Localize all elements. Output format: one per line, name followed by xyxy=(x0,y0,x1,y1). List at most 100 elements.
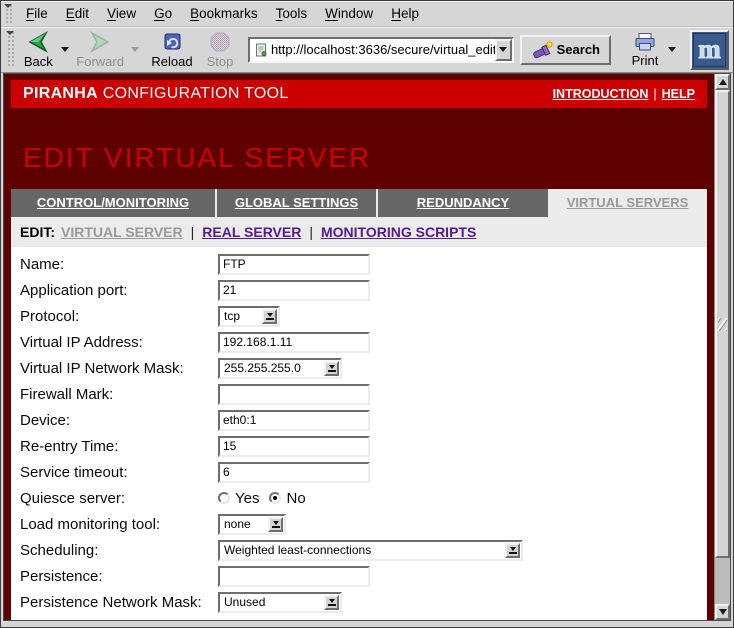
vertical-scrollbar[interactable] xyxy=(714,74,730,620)
tab-global-settings[interactable]: GLOBAL SETTINGS xyxy=(217,189,378,217)
flashlight-icon xyxy=(531,40,553,59)
subnav-separator: | xyxy=(309,224,313,240)
field-label: Scheduling: xyxy=(20,542,218,559)
device-input[interactable] xyxy=(218,410,370,431)
field-control: Unused xyxy=(218,592,342,613)
print-button[interactable]: Print xyxy=(625,31,665,69)
virtual-ip-address-input[interactable] xyxy=(218,332,370,353)
navigation-toolbar: Back Forward Reload xyxy=(1,27,733,73)
re-entry-time-input[interactable] xyxy=(218,436,370,457)
field-control: 255.255.255.0 xyxy=(218,358,342,379)
menu-tools[interactable]: Tools xyxy=(267,3,317,24)
tab-virtual-servers[interactable]: VIRTUAL SERVERS xyxy=(548,189,707,217)
page-icon xyxy=(254,43,268,57)
quiesce-server-radio-no[interactable]: No xyxy=(269,490,305,507)
radio-label: Yes xyxy=(235,490,259,507)
subnav-link-real-server[interactable]: REAL SERVER xyxy=(202,224,301,240)
tab-redundancy[interactable]: REDUNDANCY xyxy=(378,189,548,217)
menu-help[interactable]: Help xyxy=(382,3,428,24)
form-row-persistence: Persistence: xyxy=(20,563,707,589)
scroll-down-button[interactable] xyxy=(715,604,730,620)
menu-bar-grippy[interactable] xyxy=(4,4,13,23)
print-dropdown[interactable] xyxy=(665,33,678,67)
selected-value: Weighted least-connections xyxy=(220,543,371,557)
back-history-dropdown[interactable] xyxy=(58,33,71,67)
back-button[interactable]: Back xyxy=(18,30,58,70)
name-input[interactable] xyxy=(218,254,370,275)
scroll-up-button[interactable] xyxy=(715,74,730,90)
brand-bar: PIRANHA CONFIGURATION TOOL INTRODUCTION … xyxy=(11,80,707,108)
field-control xyxy=(218,384,370,405)
load-monitoring-tool-select[interactable]: none xyxy=(218,514,286,535)
radio-button-icon xyxy=(269,492,281,504)
menu-edit[interactable]: Edit xyxy=(57,3,98,24)
dropdown-arrow-icon[interactable] xyxy=(324,361,339,376)
arrow-down-icon xyxy=(719,609,727,615)
selected-value: tcp xyxy=(220,309,240,323)
service-timeout-input[interactable] xyxy=(218,462,370,483)
help-link[interactable]: HELP xyxy=(662,87,695,101)
firewall-mark-input[interactable] xyxy=(218,384,370,405)
virtual-ip-network-mask-select[interactable]: 255.255.255.0 xyxy=(218,358,342,379)
menu-go[interactable]: Go xyxy=(145,3,181,24)
brand-title: PIRANHA CONFIGURATION TOOL xyxy=(23,85,289,103)
search-button[interactable]: Search xyxy=(520,35,611,65)
mozilla-logo-button[interactable]: m xyxy=(690,30,729,70)
field-control xyxy=(218,462,370,483)
selected-value: Unused xyxy=(220,595,265,609)
field-control xyxy=(218,254,370,275)
chevron-down-icon xyxy=(61,47,69,52)
application-port-input[interactable] xyxy=(218,280,370,301)
field-control xyxy=(218,566,370,587)
form-row-scheduling: Scheduling:Weighted least-connections xyxy=(20,537,707,563)
printer-icon xyxy=(633,32,657,52)
field-control xyxy=(218,436,370,457)
reload-button[interactable]: Reload xyxy=(148,30,196,70)
dropdown-arrow-icon[interactable] xyxy=(324,595,339,610)
quiesce-server-radio-yes[interactable]: Yes xyxy=(218,490,259,507)
field-label: Load monitoring tool: xyxy=(20,516,218,533)
toolbar-grippy[interactable] xyxy=(6,31,14,68)
dropdown-arrow-icon[interactable] xyxy=(268,517,283,532)
radio-label: No xyxy=(286,490,305,507)
browser-window: FileEditViewGoBookmarksToolsWindowHelp B… xyxy=(0,0,734,628)
scrollbar-thumb[interactable] xyxy=(715,90,730,558)
page-viewport: PIRANHA CONFIGURATION TOOL INTRODUCTION … xyxy=(4,74,714,620)
subnav-link-virtual-server: VIRTUAL SERVER xyxy=(61,224,183,240)
reload-icon xyxy=(160,31,184,53)
menu-bookmarks[interactable]: Bookmarks xyxy=(181,3,267,24)
form-row-application-port: Application port: xyxy=(20,277,707,303)
subnav-links: VIRTUAL SERVER|REAL SERVER|MONITORING SC… xyxy=(61,224,476,240)
stop-button[interactable]: Stop xyxy=(200,30,240,70)
url-input[interactable] xyxy=(271,42,495,57)
menu-file[interactable]: File xyxy=(17,3,57,24)
scrollbar-track[interactable] xyxy=(715,558,730,604)
selected-value: 255.255.255.0 xyxy=(220,361,301,375)
field-label: Device: xyxy=(20,412,218,429)
url-bar xyxy=(248,37,514,63)
subnav-link-monitoring-scripts[interactable]: MONITORING SCRIPTS xyxy=(321,224,476,240)
chevron-down-icon xyxy=(131,47,139,52)
header-links: INTRODUCTION | HELP xyxy=(553,87,695,101)
forward-button[interactable]: Forward xyxy=(71,30,129,70)
persistence-input[interactable] xyxy=(218,566,370,587)
form-row-name: Name: xyxy=(20,251,707,277)
url-history-dropdown[interactable] xyxy=(495,39,512,61)
tab-control-monitoring[interactable]: CONTROL/MONITORING xyxy=(11,189,217,217)
edit-virtual-server-form: Name:Application port:Protocol:tcpVirtua… xyxy=(11,247,707,620)
mozilla-logo: m xyxy=(698,36,721,63)
introduction-link[interactable]: INTRODUCTION xyxy=(553,87,649,101)
forward-group: Forward xyxy=(71,30,142,70)
form-row-quiesce-server: Quiesce server:YesNo xyxy=(20,485,707,511)
forward-history-dropdown[interactable] xyxy=(129,33,142,67)
scheduling-select[interactable]: Weighted least-connections xyxy=(218,540,523,561)
menu-view[interactable]: View xyxy=(98,3,145,24)
dropdown-arrow-icon[interactable] xyxy=(262,309,277,324)
persistence-network-mask-select[interactable]: Unused xyxy=(218,592,342,613)
menu-window[interactable]: Window xyxy=(316,3,382,24)
back-label: Back xyxy=(24,54,53,69)
dropdown-arrow-icon[interactable] xyxy=(505,543,520,558)
protocol-select[interactable]: tcp xyxy=(218,306,280,327)
back-group: Back xyxy=(18,30,71,70)
field-label: Application port: xyxy=(20,282,218,299)
